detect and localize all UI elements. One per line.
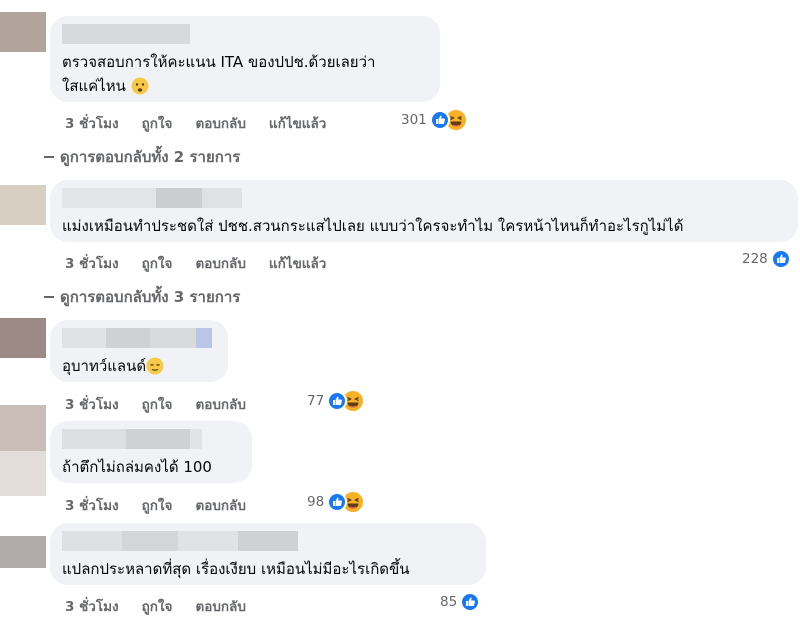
like-icon xyxy=(770,249,791,269)
comment-timestamp[interactable]: 3 ชั่วโมง xyxy=(65,494,119,516)
reaction-count: 228 xyxy=(742,251,768,267)
comment-text: ถ้าตึกไม่ถล่มคงได้ 100 xyxy=(62,458,212,476)
reaction-count: 98 xyxy=(307,494,325,510)
comment-timestamp[interactable]: 3 ชั่วโมง xyxy=(65,112,119,134)
like-button[interactable]: ถูกใจ xyxy=(142,393,173,415)
comment-text: แปลกประหลาดที่สุด เรื่องเงียบ เหมือนไม่ม… xyxy=(62,560,410,578)
comment-bubble: ตรวจสอบการให้คะแนน ITA ของปปช.ด้วยเลยว่า… xyxy=(50,16,440,102)
view-replies-label: ดูการตอบกลับทั้ง 3 รายการ xyxy=(60,288,241,306)
avatar[interactable] xyxy=(0,318,46,358)
view-replies-link[interactable]: ดูการตอบกลับทั้ง 2 รายการ xyxy=(44,145,240,169)
like-button[interactable]: ถูกใจ xyxy=(142,252,173,274)
commenter-name-blurred[interactable] xyxy=(62,188,786,208)
avatar[interactable] xyxy=(0,405,46,451)
comment-timestamp[interactable]: 3 ชั่วโมง xyxy=(65,252,119,274)
comment-actions: 3 ชั่วโมง ถูกใจ ตอบกลับ xyxy=(65,393,269,415)
reply-thread-line xyxy=(44,296,54,298)
comment-actions: 3 ชั่วโมง ถูกใจ ตอบกลับ xyxy=(65,494,269,516)
commenter-name-blurred[interactable] xyxy=(62,429,240,449)
reaction-count: 85 xyxy=(440,594,458,610)
comment-actions: 3 ชั่วโมง ถูกใจ ตอบกลับ แก้ไขแล้ว xyxy=(65,252,349,274)
reaction-summary[interactable]: 98 xyxy=(307,491,365,513)
worried-face-emoji xyxy=(131,77,149,102)
like-icon xyxy=(460,592,481,612)
comment-timestamp[interactable]: 3 ชั่วโมง xyxy=(65,595,119,617)
reaction-count: 77 xyxy=(307,393,325,409)
like-button[interactable]: ถูกใจ xyxy=(142,112,173,134)
comment-actions: 3 ชั่วโมง ถูกใจ ตอบกลับ แก้ไขแล้ว xyxy=(65,112,349,134)
reaction-summary[interactable]: 77 xyxy=(307,390,365,412)
comment-text: อุบาทว์แลนด์ xyxy=(62,354,216,382)
reply-button[interactable]: ตอบกลับ xyxy=(195,595,245,617)
comment-actions: 3 ชั่วโมง ถูกใจ ตอบกลับ xyxy=(65,595,269,617)
reaction-summary[interactable]: 228 xyxy=(742,249,791,269)
edited-label[interactable]: แก้ไขแล้ว xyxy=(269,112,326,134)
edited-label[interactable]: แก้ไขแล้ว xyxy=(269,252,326,274)
reply-button[interactable]: ตอบกลับ xyxy=(195,494,245,516)
reply-button[interactable]: ตอบกลับ xyxy=(195,393,245,415)
reply-button[interactable]: ตอบกลับ xyxy=(195,252,245,274)
view-replies-link[interactable]: ดูการตอบกลับทั้ง 3 รายการ xyxy=(44,285,240,309)
comment-text: ตรวจสอบการให้คะแนน ITA ของปปช.ด้วยเลยว่า… xyxy=(62,50,428,102)
avatar[interactable] xyxy=(0,536,46,568)
reply-button[interactable]: ตอบกลับ xyxy=(195,112,245,134)
comment-bubble: แปลกประหลาดที่สุด เรื่องเงียบ เหมือนไม่ม… xyxy=(50,523,486,585)
like-icon xyxy=(429,110,450,130)
comment-bubble: แม่งเหมือนทำประชดใส่ ปชช.สวนกระแสไปเลย แ… xyxy=(50,180,798,242)
comment-timestamp[interactable]: 3 ชั่วโมง xyxy=(65,393,119,415)
relieved-face-emoji xyxy=(146,357,164,382)
avatar[interactable] xyxy=(0,185,46,225)
commenter-name-blurred[interactable] xyxy=(62,531,474,551)
like-button[interactable]: ถูกใจ xyxy=(142,595,173,617)
commenter-name-blurred[interactable] xyxy=(62,24,428,44)
reaction-summary[interactable]: 301 xyxy=(401,109,467,131)
avatar xyxy=(0,451,46,496)
view-replies-label: ดูการตอบกลับทั้ง 2 รายการ xyxy=(60,148,241,166)
reply-thread-line xyxy=(44,156,54,158)
avatar[interactable] xyxy=(0,12,46,52)
like-button[interactable]: ถูกใจ xyxy=(142,494,173,516)
reaction-count: 301 xyxy=(401,112,427,128)
comment-text: แม่งเหมือนทำประชดใส่ ปชช.สวนกระแสไปเลย แ… xyxy=(62,217,684,235)
comment-bubble: อุบาทว์แลนด์ xyxy=(50,320,228,382)
commenter-name-blurred[interactable] xyxy=(62,328,216,348)
comment-bubble: ถ้าตึกไม่ถล่มคงได้ 100 xyxy=(50,421,252,483)
reaction-summary[interactable]: 85 xyxy=(440,592,481,612)
